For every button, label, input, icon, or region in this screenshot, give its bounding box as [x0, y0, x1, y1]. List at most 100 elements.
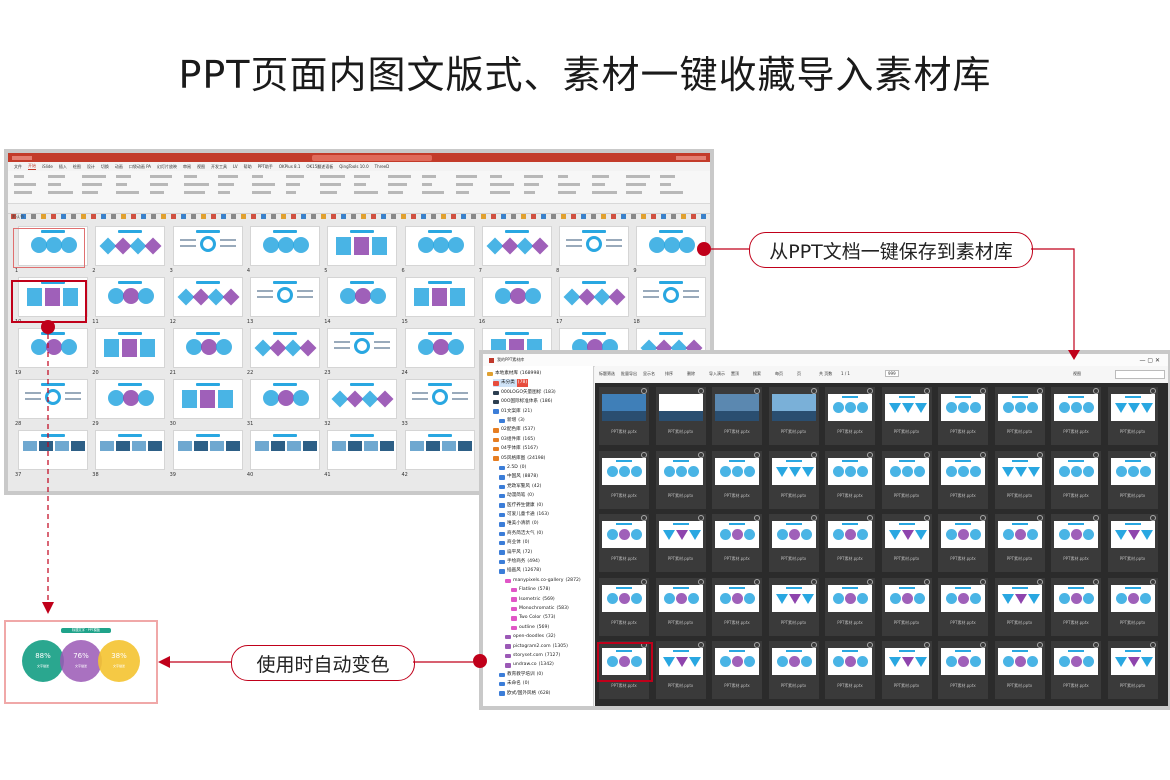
- folder-tree-item[interactable]: 本地素材库 (168998): [487, 370, 541, 378]
- library-thumbnail[interactable]: PPT素材.pptx: [825, 577, 875, 636]
- ribbon-control[interactable]: [184, 191, 205, 194]
- quick-access-button[interactable]: [501, 214, 506, 219]
- ribbon-control[interactable]: [592, 191, 617, 194]
- ribbon-control[interactable]: [354, 191, 378, 194]
- library-thumbnail[interactable]: PPT素材.pptx: [1051, 577, 1101, 636]
- ribbon-control[interactable]: [252, 183, 275, 186]
- slide-thumbnail[interactable]: 11: [92, 277, 166, 325]
- library-thumbnail[interactable]: PPT素材.pptx: [599, 387, 649, 445]
- ribbon-control[interactable]: [354, 183, 366, 186]
- quick-access-button[interactable]: [151, 214, 156, 219]
- quick-access-button[interactable]: [41, 214, 46, 219]
- library-window-controls[interactable]: — ▢ ✕: [1139, 357, 1160, 364]
- library-thumbnail[interactable]: PPT素材.pptx: [825, 641, 875, 699]
- quick-access-button[interactable]: [671, 214, 676, 219]
- ppt-menu-item[interactable]: PPT助手: [258, 164, 273, 170]
- ribbon-control[interactable]: [456, 183, 473, 186]
- library-thumbnail[interactable]: PPT素材.pptx: [1107, 387, 1158, 445]
- quick-access-button[interactable]: [691, 214, 696, 219]
- library-thumbnail[interactable]: PPT素材.pptx: [655, 577, 706, 636]
- quick-access-button[interactable]: [661, 214, 666, 219]
- ribbon-control[interactable]: [422, 183, 432, 186]
- ppt-menu-item[interactable]: 帮助: [244, 164, 252, 170]
- slide-thumbnail[interactable]: 9: [633, 226, 707, 274]
- slide-thumbnail[interactable]: 6: [402, 226, 475, 274]
- ppt-menu-item[interactable]: 动画: [115, 164, 123, 170]
- quick-access-button[interactable]: [581, 214, 586, 219]
- library-thumbnail[interactable]: PPT素材.pptx: [1107, 514, 1158, 572]
- quick-access-button[interactable]: [381, 214, 386, 219]
- library-thumbnail[interactable]: PPT素材.pptx: [825, 514, 875, 572]
- folder-tree-item[interactable]: 04字体库 (5167): [493, 445, 538, 453]
- folder-tree-item[interactable]: 党政军警风 (42): [499, 483, 541, 491]
- slide-thumbnail[interactable]: 20: [92, 328, 166, 376]
- quick-access-button[interactable]: [591, 214, 596, 219]
- ribbon-control[interactable]: [320, 175, 345, 178]
- library-thumbnail[interactable]: PPT素材.pptx: [825, 387, 875, 445]
- ribbon-control[interactable]: [524, 183, 539, 186]
- ribbon-control[interactable]: [184, 175, 197, 178]
- slide-thumbnail[interactable]: 32: [324, 379, 398, 427]
- ribbon-control[interactable]: [558, 183, 580, 186]
- library-thumbnail[interactable]: PPT素材.pptx: [768, 387, 819, 445]
- ribbon-control[interactable]: [490, 183, 514, 186]
- ppt-menu-item[interactable]: 绘图: [73, 164, 81, 170]
- library-thumbnail[interactable]: PPT素材.pptx: [712, 450, 762, 509]
- quick-access-button[interactable]: [701, 214, 706, 219]
- library-thumbnail[interactable]: PPT素材.pptx: [768, 641, 819, 699]
- folder-tree-item[interactable]: 05风格库图 (24198): [493, 455, 545, 463]
- ppt-window-controls[interactable]: [676, 155, 706, 160]
- ribbon-control[interactable]: [116, 183, 127, 186]
- ppt-menu-item[interactable]: 开始: [28, 163, 36, 170]
- ppt-menu-item[interactable]: 视图: [197, 164, 205, 170]
- quick-access-button[interactable]: [391, 214, 396, 219]
- quick-access-button[interactable]: [641, 214, 646, 219]
- quick-access-button[interactable]: [231, 214, 236, 219]
- library-thumbnail[interactable]: PPT素材.pptx: [1051, 641, 1101, 699]
- ribbon-control[interactable]: [116, 191, 139, 194]
- quick-access-button[interactable]: [521, 214, 526, 219]
- ribbon-control[interactable]: [558, 191, 576, 194]
- quick-access-button[interactable]: [51, 214, 56, 219]
- ribbon-control[interactable]: [82, 183, 102, 186]
- quick-access-button[interactable]: [411, 214, 416, 219]
- library-thumbnail[interactable]: PPT素材.pptx: [712, 641, 762, 699]
- quick-access-button[interactable]: [131, 214, 136, 219]
- library-toolbar-item[interactable]: 共 页数: [819, 371, 832, 377]
- folder-tree-item[interactable]: 未分类 (78): [493, 379, 529, 388]
- ribbon-control[interactable]: [252, 191, 271, 194]
- ribbon-control[interactable]: [626, 183, 646, 186]
- folder-tree-item[interactable]: 01文案库 (21): [493, 408, 532, 416]
- folder-tree-item[interactable]: 欧式/国外风格 (628): [499, 690, 550, 698]
- ribbon-control[interactable]: [252, 175, 263, 178]
- ribbon-control[interactable]: [286, 175, 304, 178]
- quick-access-button[interactable]: [161, 214, 166, 219]
- slide-thumbnail[interactable]: 22: [247, 328, 320, 376]
- quick-access-button[interactable]: [341, 214, 346, 219]
- library-thumbnail[interactable]: PPT素材.pptx: [881, 387, 932, 445]
- quick-access-button[interactable]: [361, 214, 366, 219]
- folder-tree-item[interactable]: 000LOGO矢量图标 (183): [493, 389, 556, 397]
- ppt-menu-item[interactable]: 文件: [14, 164, 22, 170]
- slide-thumbnail[interactable]: 30: [170, 379, 243, 427]
- slide-thumbnail[interactable]: 33: [402, 379, 475, 427]
- folder-tree-item[interactable]: Monochromatic (583): [511, 605, 569, 613]
- ribbon-control[interactable]: [626, 175, 650, 178]
- library-thumbnail[interactable]: PPT素材.pptx: [712, 577, 762, 636]
- quick-access-button[interactable]: [31, 214, 36, 219]
- quick-access-button[interactable]: [171, 214, 176, 219]
- ribbon-control[interactable]: [14, 183, 36, 186]
- ribbon-control[interactable]: [116, 175, 131, 178]
- quick-access-button[interactable]: [221, 214, 226, 219]
- quick-access-button[interactable]: [251, 214, 256, 219]
- ribbon-control[interactable]: [320, 183, 341, 186]
- library-toolbar-item[interactable]: 置顶: [731, 371, 739, 377]
- ppt-menu-item[interactable]: QingTools 10.0: [339, 164, 368, 169]
- quick-access-button[interactable]: [561, 214, 566, 219]
- quick-access-button[interactable]: [421, 214, 426, 219]
- folder-tree-item[interactable]: open-doodles (32): [505, 633, 556, 641]
- slide-thumbnail[interactable]: 5: [324, 226, 398, 274]
- ppt-menu-item[interactable]: 插入: [59, 164, 67, 170]
- library-thumbnail[interactable]: PPT素材.pptx: [825, 450, 875, 509]
- library-thumbnail[interactable]: PPT素材.pptx: [938, 450, 988, 509]
